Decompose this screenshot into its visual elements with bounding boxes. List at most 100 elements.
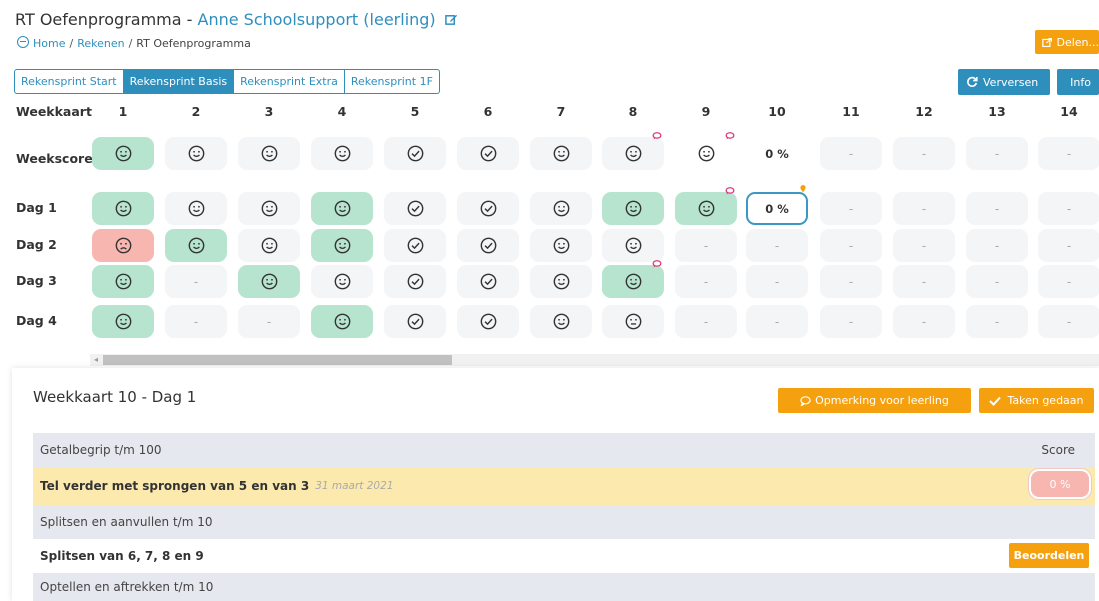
grid-cell[interactable] bbox=[238, 265, 300, 298]
grid-cell[interactable] bbox=[530, 229, 592, 262]
grid-cell[interactable] bbox=[530, 192, 592, 225]
grid-cell[interactable]: - bbox=[746, 305, 808, 338]
grid-cell[interactable] bbox=[457, 192, 519, 225]
comment-for-student-button[interactable]: Opmerking voor leerling bbox=[778, 388, 971, 413]
grid-cell[interactable] bbox=[92, 137, 154, 170]
grid-cell[interactable] bbox=[238, 229, 300, 262]
grid-cell[interactable] bbox=[530, 305, 592, 338]
grid-cell[interactable]: - bbox=[966, 229, 1028, 262]
grid-cell[interactable] bbox=[384, 305, 446, 338]
grid-cell[interactable]: - bbox=[966, 137, 1028, 170]
grid-cell[interactable] bbox=[311, 265, 373, 298]
breadcrumb-rekenen[interactable]: Rekenen bbox=[77, 37, 124, 50]
grid-cell[interactable]: - bbox=[1038, 229, 1099, 262]
grid-cell[interactable]: - bbox=[820, 229, 882, 262]
grid-cell[interactable]: - bbox=[966, 265, 1028, 298]
grid-cell[interactable]: - bbox=[165, 265, 227, 298]
grid-cell[interactable]: - bbox=[820, 265, 882, 298]
column-header-weekkaart[interactable]: 3 bbox=[238, 104, 300, 119]
grid-cell[interactable]: - bbox=[165, 305, 227, 338]
grid-cell[interactable]: - bbox=[893, 305, 955, 338]
column-header-weekkaart[interactable]: 8 bbox=[602, 104, 664, 119]
column-header-weekkaart[interactable]: 4 bbox=[311, 104, 373, 119]
column-header-weekkaart[interactable]: 1 bbox=[92, 104, 154, 119]
grid-cell[interactable] bbox=[602, 137, 664, 170]
grid-cell[interactable] bbox=[457, 265, 519, 298]
grid-cell[interactable] bbox=[602, 192, 664, 225]
grid-cell[interactable] bbox=[602, 305, 664, 338]
column-header-weekkaart[interactable]: 11 bbox=[820, 104, 882, 119]
column-header-weekkaart[interactable]: 9 bbox=[675, 104, 737, 119]
column-header-weekkaart[interactable]: 7 bbox=[530, 104, 592, 119]
task-score-badge[interactable]: 0 % bbox=[1029, 469, 1091, 499]
grid-cell[interactable] bbox=[602, 265, 664, 298]
breadcrumb-home[interactable]: Home bbox=[33, 37, 65, 50]
grid-cell[interactable]: - bbox=[820, 137, 882, 170]
student-name[interactable]: Anne Schoolsupport (leerling) bbox=[198, 10, 436, 29]
grid-cell[interactable] bbox=[92, 229, 154, 262]
grid-cell[interactable] bbox=[311, 192, 373, 225]
share-button[interactable]: Delen... bbox=[1035, 30, 1099, 54]
tab-rekensprint-start[interactable]: Rekensprint Start bbox=[14, 69, 124, 94]
column-header-weekkaart[interactable]: 14 bbox=[1038, 104, 1099, 119]
grid-cell[interactable] bbox=[530, 137, 592, 170]
task-row[interactable]: Splitsen van 6, 7, 8 en 9 Beoordelen bbox=[33, 539, 1095, 573]
task-row-selected[interactable]: Tel verder met sprongen van 5 en van 3 31… bbox=[33, 467, 1095, 505]
grid-cell[interactable] bbox=[457, 137, 519, 170]
grid-cell[interactable] bbox=[530, 265, 592, 298]
assess-button[interactable]: Beoordelen bbox=[1009, 543, 1089, 568]
grid-cell[interactable] bbox=[311, 137, 373, 170]
grid-cell[interactable] bbox=[457, 305, 519, 338]
grid-cell[interactable] bbox=[311, 229, 373, 262]
grid-cell[interactable]: - bbox=[746, 229, 808, 262]
grid-cell[interactable]: - bbox=[1038, 265, 1099, 298]
grid-cell[interactable] bbox=[457, 229, 519, 262]
grid-cell[interactable] bbox=[238, 137, 300, 170]
grid-cell[interactable]: - bbox=[966, 192, 1028, 225]
tab-rekensprint-basis[interactable]: Rekensprint Basis bbox=[123, 69, 235, 94]
scrollbar-thumb[interactable] bbox=[103, 355, 452, 365]
grid-cell[interactable]: - bbox=[820, 192, 882, 225]
column-header-weekkaart[interactable]: 6 bbox=[457, 104, 519, 119]
grid-cell[interactable]: - bbox=[675, 265, 737, 298]
column-header-weekkaart[interactable]: 2 bbox=[165, 104, 227, 119]
grid-cell[interactable]: - bbox=[238, 305, 300, 338]
pencil-square-icon[interactable] bbox=[444, 13, 458, 26]
grid-cell[interactable] bbox=[675, 137, 737, 170]
grid-cell[interactable]: - bbox=[1038, 305, 1099, 338]
column-header-weekkaart[interactable]: 12 bbox=[893, 104, 955, 119]
grid-cell[interactable] bbox=[311, 305, 373, 338]
grid-cell[interactable]: - bbox=[893, 192, 955, 225]
grid-cell[interactable] bbox=[384, 229, 446, 262]
tab-rekensprint-extra[interactable]: Rekensprint Extra bbox=[234, 69, 345, 94]
grid-cell[interactable] bbox=[92, 265, 154, 298]
tab-rekensprint-1f[interactable]: Rekensprint 1F bbox=[344, 69, 440, 94]
grid-cell[interactable]: - bbox=[966, 305, 1028, 338]
horizontal-scrollbar[interactable]: ◂ bbox=[90, 354, 1099, 366]
tasks-done-button[interactable]: Taken gedaan bbox=[979, 388, 1094, 413]
grid-cell[interactable] bbox=[165, 137, 227, 170]
grid-cell[interactable] bbox=[384, 265, 446, 298]
grid-cell[interactable]: - bbox=[893, 229, 955, 262]
grid-cell[interactable] bbox=[92, 192, 154, 225]
grid-cell[interactable]: - bbox=[893, 137, 955, 170]
grid-cell[interactable]: - bbox=[675, 305, 737, 338]
grid-cell[interactable] bbox=[384, 137, 446, 170]
column-header-weekkaart[interactable]: 10 bbox=[746, 104, 808, 119]
grid-cell[interactable]: - bbox=[820, 305, 882, 338]
grid-cell[interactable]: - bbox=[675, 229, 737, 262]
grid-cell[interactable] bbox=[165, 229, 227, 262]
column-header-weekkaart[interactable]: 13 bbox=[966, 104, 1028, 119]
refresh-button[interactable]: Verversen bbox=[958, 69, 1050, 95]
grid-cell[interactable]: - bbox=[1038, 137, 1099, 170]
grid-cell[interactable] bbox=[384, 192, 446, 225]
grid-cell[interactable] bbox=[165, 192, 227, 225]
column-header-weekkaart[interactable]: 5 bbox=[384, 104, 446, 119]
grid-cell[interactable]: 0 % bbox=[746, 137, 808, 170]
grid-cell[interactable]: - bbox=[893, 265, 955, 298]
grid-cell[interactable] bbox=[238, 192, 300, 225]
grid-cell[interactable] bbox=[602, 229, 664, 262]
grid-cell[interactable]: 0 % bbox=[746, 192, 808, 225]
scroll-left-icon[interactable]: ◂ bbox=[94, 355, 98, 364]
grid-cell[interactable]: - bbox=[746, 265, 808, 298]
